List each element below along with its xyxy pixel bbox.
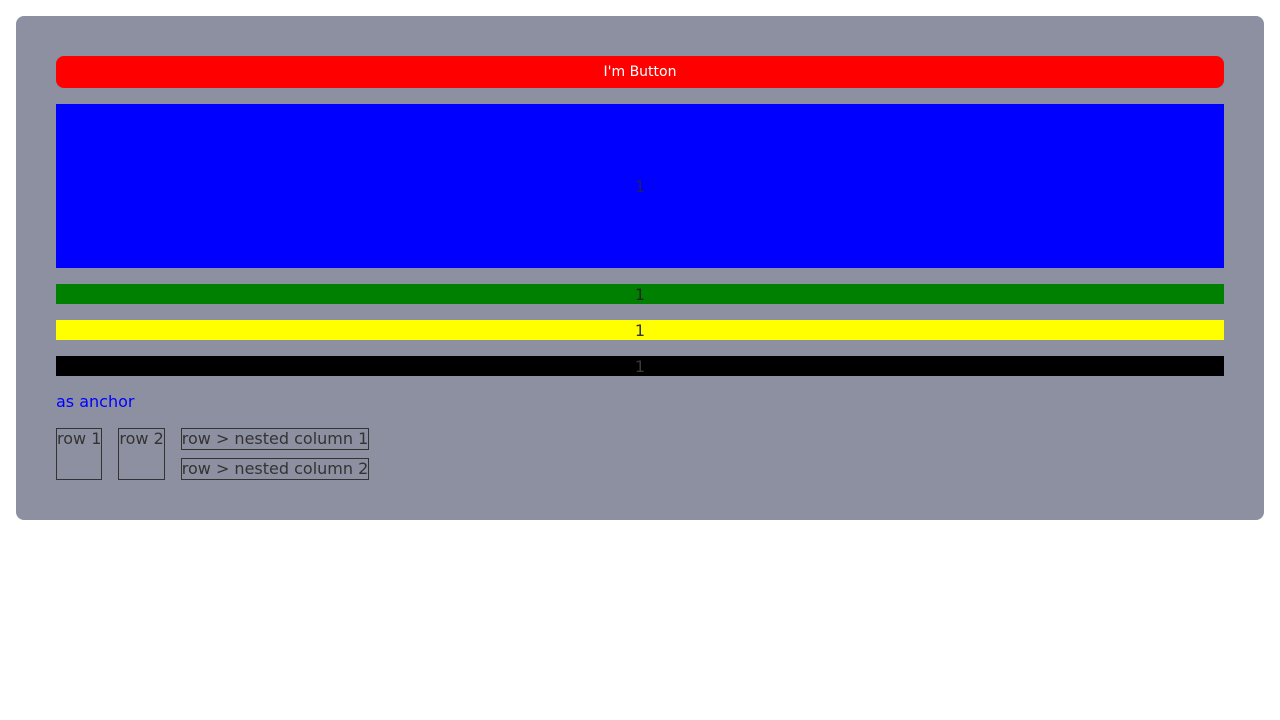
nested-column-1: row > nested column 1	[180, 428, 370, 450]
row-2-label: row 2	[119, 429, 164, 448]
yellow-box: 1	[56, 320, 1224, 340]
nested-column-2: row > nested column 2	[180, 458, 370, 480]
nested-column-1-label: row > nested column 1	[181, 429, 369, 448]
nested-column-2-label: row > nested column 2	[181, 459, 369, 478]
main-panel: I'm Button 1 1 1 1 as anchor row 1 row 2…	[16, 16, 1264, 520]
green-box: 1	[56, 284, 1224, 304]
blue-box-label: 1	[634, 176, 646, 196]
black-box: 1	[56, 356, 1224, 376]
green-box-label: 1	[634, 284, 646, 304]
yellow-box-label: 1	[634, 320, 646, 340]
blue-box: 1	[56, 104, 1224, 268]
row-container: row 1 row 2 row > nested column 1 row > …	[56, 428, 1224, 480]
row-1: row 1	[56, 428, 103, 480]
black-box-label: 1	[634, 356, 646, 376]
im-button[interactable]: I'm Button	[56, 56, 1224, 88]
row-1-label: row 1	[57, 429, 102, 448]
nested-column-group: row > nested column 1 row > nested colum…	[180, 428, 370, 480]
as-anchor-link[interactable]: as anchor	[56, 392, 134, 412]
row-2: row 2	[118, 428, 165, 480]
